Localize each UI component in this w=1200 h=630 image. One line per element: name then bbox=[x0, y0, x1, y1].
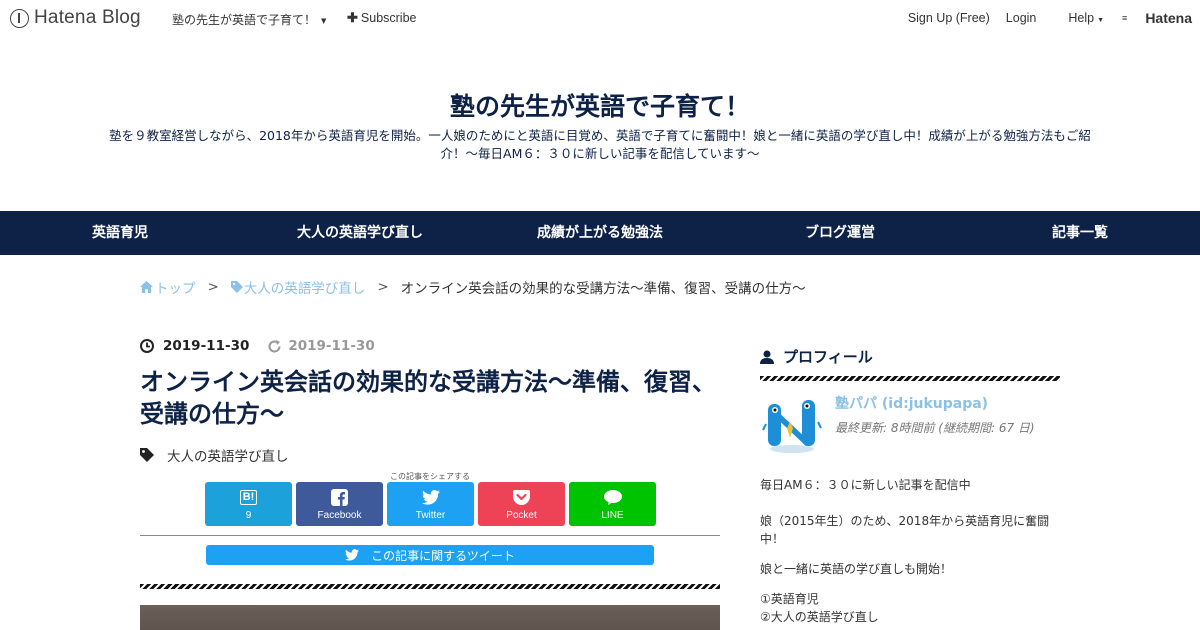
article-divider bbox=[140, 584, 720, 589]
nav-item-blog-management[interactable]: ブログ運営 bbox=[720, 211, 960, 255]
twitter-share-button[interactable]: Twitter bbox=[387, 482, 474, 526]
related-tweets-label: この記事に関するツイート bbox=[371, 548, 515, 563]
blog-description: 塾を９教室経営しながら、2018年から英語育児を開始。一人娘のためにと英語に目覚… bbox=[109, 128, 1091, 161]
breadcrumb-home[interactable]: トップ bbox=[140, 277, 196, 297]
profile-meta: 最終更新: 8時間前 (継続期間: 67 日) bbox=[835, 421, 1035, 435]
blog-selector-label: 塾の先生が英語で子育て！ bbox=[172, 13, 317, 27]
pocket-share-button[interactable]: Pocket bbox=[478, 482, 565, 526]
published-date[interactable]: 2019-11-30 bbox=[163, 338, 249, 354]
signup-link[interactable]: Sign Up (Free) bbox=[908, 11, 990, 25]
clock-icon bbox=[140, 339, 154, 353]
hatena-wave-icon: ≡ bbox=[1122, 13, 1127, 23]
pocket-icon bbox=[513, 487, 530, 507]
blog-selector[interactable]: 塾の先生が英語で子育て！ ▼ bbox=[172, 11, 326, 28]
pocket-label: Pocket bbox=[506, 510, 537, 521]
article-eyecatch-image bbox=[140, 605, 720, 630]
sidebar-profile-line: ①英語育児 bbox=[760, 592, 819, 606]
twitter-bird-icon bbox=[421, 487, 440, 507]
sidebar-profile-line: 娘と一緒に英語の学び直しも開始！ bbox=[760, 562, 953, 576]
breadcrumb-category-label: 大人の英語学び直し bbox=[243, 281, 366, 297]
twitter-bird-icon bbox=[345, 549, 360, 561]
update-icon bbox=[268, 339, 281, 352]
breadcrumb-separator: > bbox=[377, 279, 389, 295]
login-link[interactable]: Login bbox=[1006, 11, 1037, 25]
user-icon bbox=[760, 350, 774, 364]
avatar[interactable] bbox=[762, 394, 822, 454]
breadcrumb: トップ > 大人の英語学び直し > オンライン英会話の効果的な受講方法～準備、復… bbox=[140, 277, 806, 297]
help-label: Help bbox=[1068, 11, 1095, 25]
profile-name[interactable]: 塾パパ (id:jukupapa) bbox=[835, 393, 988, 413]
share-caption: この記事をシェアする bbox=[390, 472, 470, 481]
tag-icon bbox=[230, 281, 243, 293]
breadcrumb-separator: > bbox=[207, 279, 219, 295]
line-label: LINE bbox=[601, 510, 624, 521]
hatena-blog-logo-text: Hatena Blog bbox=[34, 7, 141, 28]
subscribe-label: Subscribe bbox=[360, 11, 417, 25]
subscribe-button[interactable]: ✚ Subscribe bbox=[347, 10, 417, 26]
line-share-button[interactable]: LINE bbox=[569, 482, 656, 526]
article-title[interactable]: オンライン英会話の効果的な受講方法～準備、復習、受講の仕方～ bbox=[140, 366, 730, 430]
facebook-label: Facebook bbox=[317, 510, 362, 521]
sidebar-profile-line: ②大人の英語学び直し bbox=[760, 610, 879, 624]
share-divider bbox=[140, 535, 720, 536]
breadcrumb-category[interactable]: 大人の英語学び直し bbox=[230, 277, 366, 297]
related-tweets-button[interactable]: この記事に関するツイート bbox=[206, 545, 654, 565]
breadcrumb-current: オンライン英会話の効果的な受講方法～準備、復習、受講の仕方～ bbox=[400, 281, 806, 297]
nav-item-english-parenting[interactable]: 英語育児 bbox=[0, 211, 240, 255]
hatena-logo-text: Hatena bbox=[1145, 10, 1192, 26]
home-icon bbox=[140, 281, 153, 293]
twitter-label: Twitter bbox=[415, 510, 446, 521]
sidebar-profile-heading-label: プロフィール bbox=[783, 348, 873, 366]
tag-icon bbox=[140, 448, 154, 462]
article-category-label[interactable]: 大人の英語学び直し bbox=[167, 445, 289, 465]
sidebar-profile-heading: プロフィール bbox=[760, 346, 873, 367]
plus-icon: ✚ bbox=[347, 10, 358, 25]
share-buttons: B! 9 Facebook Twitter Pocket LINE bbox=[205, 482, 656, 526]
article-category: 大人の英語学び直し bbox=[140, 445, 289, 465]
sidebar-profile-line: 毎日AM６：３０に新しい記事を配信中 bbox=[760, 478, 971, 492]
updated-date: 2019-11-30 bbox=[288, 338, 375, 354]
hatena-logo[interactable]: ≡ Hatena bbox=[1122, 10, 1192, 26]
hatena-topbar: Hatena Blog 塾の先生が英語で子育て！ ▼ ✚ Subscribe Sig… bbox=[0, 0, 1200, 36]
hatena-logo-icon bbox=[10, 8, 29, 28]
sidebar-profile-line: 娘（2015年生）のため、2018年から英語育児に奮闘中！ bbox=[760, 514, 1050, 546]
article-dates: 2019-11-30 2019-11-30 bbox=[140, 338, 375, 354]
help-menu[interactable]: Help ▼ bbox=[1052, 11, 1104, 25]
nav-item-article-list[interactable]: 記事一覧 bbox=[960, 211, 1200, 255]
facebook-share-button[interactable]: Facebook bbox=[296, 482, 383, 526]
blog-title[interactable]: 塾の先生が英語で子育て！ bbox=[0, 87, 1200, 123]
hatena-bookmark-button[interactable]: B! 9 bbox=[205, 482, 292, 526]
nav-item-study-methods[interactable]: 成績が上がる勉強法 bbox=[480, 211, 720, 255]
hatena-bookmark-icon: B! bbox=[239, 487, 258, 507]
caret-down-icon: ▼ bbox=[321, 16, 327, 25]
caret-down-icon: ▼ bbox=[1097, 17, 1105, 24]
hatena-bookmark-count: 9 bbox=[245, 510, 252, 521]
breadcrumb-home-label: トップ bbox=[155, 281, 196, 297]
facebook-icon bbox=[331, 487, 348, 507]
line-speech-icon bbox=[603, 487, 622, 507]
sidebar-divider bbox=[760, 376, 1060, 381]
hatena-blog-logo[interactable]: Hatena Blog bbox=[10, 7, 141, 29]
topbar-right-menu: Sign Up (Free) Login Help ▼ ≡ Hatena bbox=[892, 10, 1192, 26]
nav-item-adult-english[interactable]: 大人の英語学び直し bbox=[240, 211, 480, 255]
global-nav: 英語育児 大人の英語学び直し 成績が上がる勉強法 ブログ運営 記事一覧 bbox=[0, 211, 1200, 255]
